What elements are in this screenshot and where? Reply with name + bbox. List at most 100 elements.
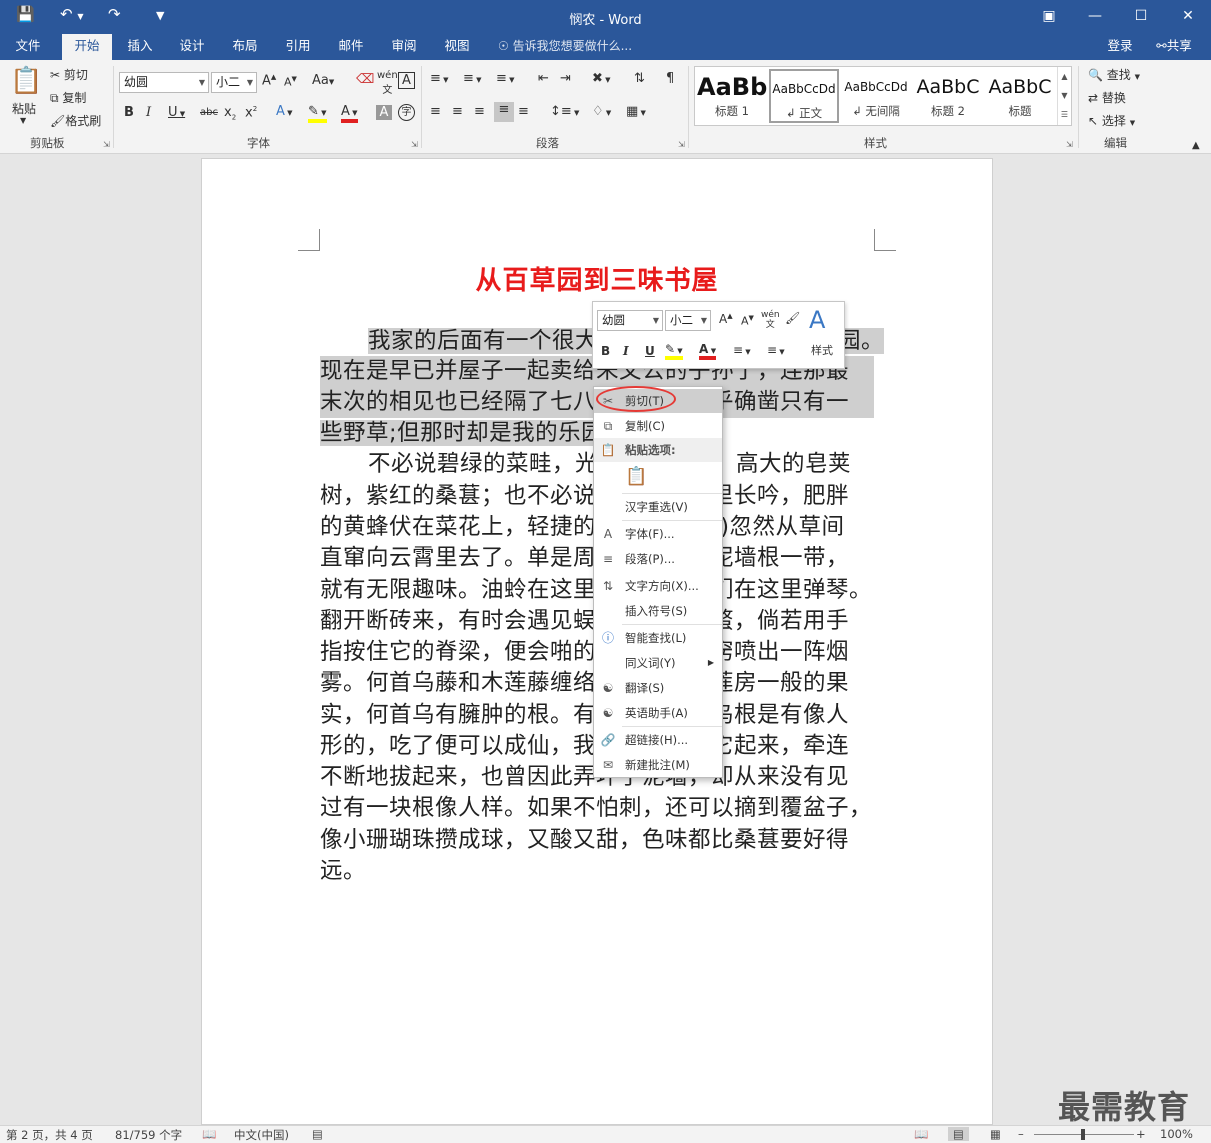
multilevel-list-icon[interactable]: ≡ ▼	[496, 71, 515, 86]
language[interactable]: 中文(中国)	[234, 1127, 289, 1143]
word-count[interactable]: 81/759 个字	[115, 1127, 182, 1143]
menu-item-insert-symbol[interactable]: 插入符号(S)	[594, 599, 722, 623]
paste-keep-text-button[interactable]: 📋	[594, 465, 722, 491]
tab-view[interactable]: 视图	[433, 34, 481, 60]
subscript-button[interactable]: x2	[224, 105, 236, 122]
show-marks-icon[interactable]: ¶	[666, 71, 674, 86]
format-painter-button[interactable]: 🖌格式刷	[50, 112, 101, 129]
increase-indent-icon[interactable]: ⇥	[560, 71, 571, 86]
menu-item-translate[interactable]: ☯ 翻译(S)	[594, 676, 722, 700]
menu-item-synonyms[interactable]: 同义词(Y) ▶	[594, 651, 722, 675]
font-launcher-icon[interactable]: ⇲	[411, 140, 418, 149]
tab-design[interactable]: 设计	[168, 34, 216, 60]
style-no-spacing[interactable]: AaBbCcDd ↲ 无间隔	[841, 69, 911, 123]
decrease-indent-icon[interactable]: ⇤	[538, 71, 549, 86]
maximize-button[interactable]: ☐	[1118, 0, 1164, 34]
text-line[interactable]: 实，何首乌有臃肿的根。有人说，何首乌根是有像人	[320, 700, 849, 731]
paragraph-launcher-icon[interactable]: ⇲	[678, 140, 685, 149]
select-button[interactable]: ↖ 选择 ▼	[1088, 112, 1135, 129]
text-line[interactable]: 些野草;但那时却是我的乐园。	[320, 418, 628, 449]
text-line[interactable]: 树，紫红的桑葚；也不必说鸣蝉在树叶里长吟，肥胖	[320, 481, 849, 512]
zoom-out-button[interactable]: –	[1018, 1127, 1024, 1141]
menu-item-copy[interactable]: ⧉ 复制(C)	[594, 414, 722, 438]
justify-icon[interactable]: ≡	[494, 102, 514, 122]
text-line[interactable]: 指按住它的脊梁，便会啪的一声，从后窍喷出一阵烟	[320, 637, 849, 668]
paste-button[interactable]: 粘贴	[12, 100, 36, 117]
mini-phonetic-icon[interactable]: wén 文	[761, 310, 780, 330]
highlight-icon[interactable]: ✎ ▼	[308, 104, 327, 123]
menu-item-english-assistant[interactable]: ☯ 英语助手(A)	[594, 701, 722, 725]
bold-button[interactable]: B	[124, 105, 134, 120]
tab-review[interactable]: 审阅	[380, 34, 428, 60]
mini-numbering-icon[interactable]: ≡ ▼	[767, 343, 785, 357]
menu-item-text-direction[interactable]: ⇅ 文字方向(X)...	[594, 574, 722, 598]
mini-grow-font-icon[interactable]: A▲	[719, 312, 733, 326]
char-shading-icon[interactable]: A	[376, 105, 392, 120]
line-spacing-icon[interactable]: ↕≡ ▼	[550, 104, 579, 119]
tab-home[interactable]: 开始	[62, 34, 112, 60]
zoom-in-button[interactable]: +	[1136, 1127, 1146, 1141]
proofing-icon[interactable]: 📖	[202, 1127, 216, 1141]
text-line[interactable]: 我家的后面有一个很大	[320, 326, 599, 357]
menu-item-reconvert[interactable]: 汉字重选(V)	[594, 495, 722, 519]
share-button[interactable]: ⚯共享	[1146, 34, 1202, 60]
mini-styles-icon[interactable]: A	[809, 306, 825, 334]
collapse-ribbon-icon[interactable]: ▲	[1192, 140, 1200, 151]
find-button[interactable]: 🔍 查找 ▼	[1088, 66, 1140, 83]
shading-icon[interactable]: ♢ ▼	[592, 104, 611, 119]
text-line[interactable]: 雾。何首乌藤和木莲藤缠络着，木莲有莲房一般的果	[320, 668, 849, 699]
mini-bullets-icon[interactable]: ≡ ▼	[733, 343, 751, 357]
gallery-scroll[interactable]: ▲ ▼ ☰	[1057, 67, 1071, 125]
mini-italic-button[interactable]: I	[623, 344, 629, 358]
phonetic-guide-icon[interactable]: wén 文	[377, 70, 398, 96]
ribbon-display-icon[interactable]: ▣	[1026, 0, 1072, 34]
strikethrough-button[interactable]: abc	[200, 107, 218, 118]
clear-format-icon[interactable]: ⌫	[356, 72, 374, 87]
text-line[interactable]: 的黄蜂伏在菜花上，轻捷的叫天子(云雀)忽然从草间	[320, 512, 845, 543]
macro-icon[interactable]: ▤	[312, 1127, 323, 1141]
paste-dropdown-icon[interactable]: ▼	[20, 116, 26, 125]
tab-mailings[interactable]: 邮件	[327, 34, 375, 60]
mini-font-color-icon[interactable]: A ▼	[699, 342, 717, 360]
copy-button[interactable]: ⧉ 复制	[50, 89, 86, 106]
distributed-icon[interactable]: ≡	[518, 104, 529, 119]
mini-font-combo[interactable]: 幼圆 ▼	[597, 310, 663, 331]
styles-gallery[interactable]: AaBb 标题 1 AaBbCcDd ↲ 正文 AaBbCcDd ↲ 无间隔 AaBb…	[694, 66, 1072, 126]
menu-item-hyperlink[interactable]: 🔗 超链接(H)...	[594, 728, 722, 752]
mini-styles-label[interactable]: 样式	[811, 342, 833, 358]
mini-underline-button[interactable]: U	[645, 344, 655, 358]
clipboard-launcher-icon[interactable]: ⇲	[103, 140, 110, 149]
vertical-scrollbar[interactable]	[1196, 158, 1211, 1125]
close-button[interactable]: ✕	[1165, 0, 1211, 34]
sign-in-link[interactable]: 登录	[1100, 34, 1140, 60]
underline-button[interactable]: U ▼	[168, 105, 185, 120]
text-line[interactable]: 像小珊瑚珠攒成球，又酸又甜，色味都比桑葚要好得	[320, 825, 849, 856]
tell-me-box[interactable]: ☉ 告诉我您想要做什么...	[498, 34, 632, 60]
mini-size-combo[interactable]: 小二 ▼	[665, 310, 711, 331]
zoom-level[interactable]: 100%	[1160, 1127, 1193, 1141]
style-normal[interactable]: AaBbCcDd ↲ 正文	[769, 69, 839, 123]
read-mode-icon[interactable]: 📖	[914, 1127, 928, 1141]
italic-button[interactable]: I	[146, 105, 151, 120]
menu-item-new-comment[interactable]: ✉ 新建批注(M)	[594, 753, 722, 777]
replace-button[interactable]: ⇄ 替换	[1088, 89, 1126, 106]
text-line[interactable]: 形的，吃了便可以成仙，我于是常常拔它起来，牵连	[320, 731, 849, 762]
text-line[interactable]: 过有一块根像人样。如果不怕刺，还可以摘到覆盆子，	[320, 793, 872, 824]
minimize-button[interactable]: —	[1072, 0, 1118, 34]
mini-highlight-icon[interactable]: ✎ ▼	[665, 342, 683, 360]
style-heading1[interactable]: AaBb 标题 1	[697, 69, 767, 123]
align-center-icon[interactable]: ≡	[452, 104, 463, 119]
font-color-icon[interactable]: A ▼	[341, 104, 358, 123]
char-border-icon[interactable]: A	[398, 72, 415, 89]
page-count[interactable]: 第 2 页，共 4 页	[6, 1127, 93, 1143]
align-left-icon[interactable]: ≡	[430, 104, 441, 119]
mini-format-painter-icon[interactable]: 🖌	[785, 311, 800, 325]
borders-icon[interactable]: ▦ ▼	[626, 104, 646, 119]
grow-font-icon[interactable]: A▲	[262, 73, 276, 88]
tab-layout[interactable]: 布局	[221, 34, 269, 60]
styles-launcher-icon[interactable]: ⇲	[1066, 140, 1073, 149]
tab-insert[interactable]: 插入	[116, 34, 164, 60]
font-name-combo[interactable]: 幼圆 ▼	[119, 72, 209, 93]
text-line[interactable]: 远。	[320, 856, 366, 887]
mini-bold-button[interactable]: B	[601, 344, 610, 358]
